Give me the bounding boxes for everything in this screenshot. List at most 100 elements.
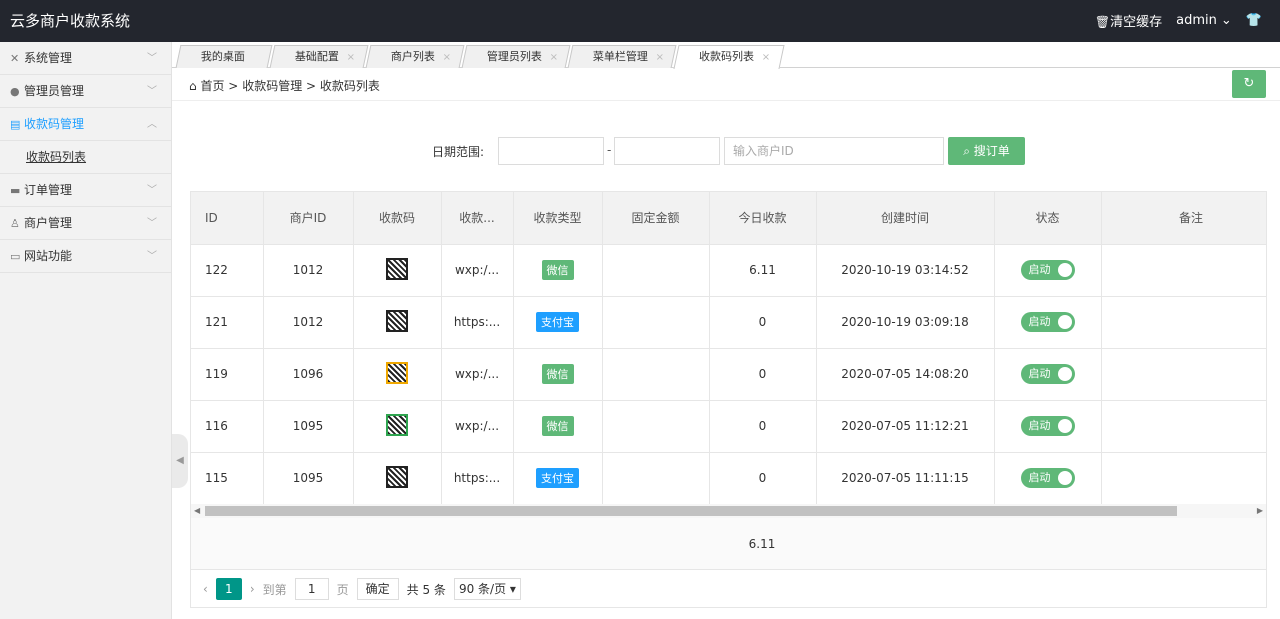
col-header-today[interactable]: 今日收款 [709, 192, 817, 245]
cell-url: wxp:/... [441, 400, 514, 453]
horizontal-scrollbar[interactable]: ◀ ▶ [191, 504, 1266, 518]
cell-qrcode [353, 452, 442, 504]
close-icon[interactable]: × [443, 47, 451, 69]
status-label: 启动 [1028, 471, 1051, 484]
qrcode-image[interactable] [386, 465, 408, 488]
cell-url: https:... [441, 296, 514, 349]
qrcode-image[interactable] [386, 413, 408, 436]
breadcrumb-separator: > [306, 79, 317, 93]
scroll-left-arrow[interactable]: ◀ [194, 504, 200, 518]
confirm-page-button[interactable]: 确定 [356, 578, 399, 600]
qrcode-image[interactable] [386, 257, 408, 280]
sidebar-subitem-qrcode-list[interactable]: 收款码列表 [0, 141, 171, 174]
scroll-right-arrow[interactable]: ▶ [1257, 504, 1263, 518]
tab-merchant-list[interactable]: 商户列表 × [365, 45, 465, 69]
tab-admin-list[interactable]: 管理员列表 × [461, 45, 571, 69]
tab-label: 基础配置 [294, 50, 339, 63]
cell-created: 2020-07-05 11:12:21 [816, 400, 995, 453]
col-header-merchant-id[interactable]: 商户ID [263, 192, 354, 245]
col-header-id[interactable]: ID [191, 192, 264, 245]
close-icon[interactable]: × [550, 47, 558, 69]
cell-merchant-id: 1096 [263, 348, 354, 401]
list-icon: ▤ [10, 118, 21, 131]
current-page-button[interactable]: 1 [215, 578, 242, 600]
tab-bar: 我的桌面 基础配置 × 商户列表 × 管理员列表 × 菜单栏管理 × 收款码列表 × [172, 42, 1280, 69]
cell-url: wxp:/... [441, 244, 514, 297]
cell-fixed-amount [602, 400, 710, 453]
status-toggle[interactable]: 启动 [1020, 260, 1075, 280]
col-header-type[interactable]: 收款类型 [513, 192, 603, 245]
tools-icon: ✕ [10, 52, 20, 65]
sidebar-item-system[interactable]: ✕ 系统管理 ﹀ [0, 42, 171, 75]
chevron-up-icon: ︿ [147, 119, 157, 130]
search-orders-button[interactable]: ⌕ 搜订单 [948, 137, 1025, 165]
merchant-id-input[interactable] [724, 137, 944, 165]
sidebar-collapse-handle[interactable]: ◀ [172, 434, 188, 488]
col-header-url[interactable]: 收款... [441, 192, 514, 245]
tab-base-config[interactable]: 基础配置 × [269, 45, 369, 69]
status-toggle[interactable]: 启动 [1020, 416, 1075, 436]
cell-today: 0 [709, 348, 817, 401]
cell-today: 6.11 [709, 244, 817, 297]
user-icon: ● [10, 85, 20, 98]
cell-created: 2020-10-19 03:09:18 [816, 296, 995, 349]
status-label: 启动 [1028, 263, 1051, 276]
status-toggle[interactable]: 启动 [1020, 468, 1075, 488]
tab-label: 管理员列表 [486, 50, 542, 63]
alipay-badge: 支付宝 [536, 468, 579, 488]
sidebar: ✕ 系统管理 ﹀ ● 管理员管理 ﹀ ▤ 收款码管理 ︿ 收款码列表 ▬ 订单管理 ﹀ ♙ 商户管… [0, 42, 172, 619]
cell-merchant-id: 1095 [263, 452, 354, 504]
data-table: ID 商户ID 收款码 收款... 收款类型 固定金额 今日收款 创建时间 状态… [191, 192, 1266, 504]
cell-fixed-amount [602, 244, 710, 297]
goto-label: 到第 [262, 582, 287, 597]
qrcode-image[interactable] [386, 361, 408, 384]
sidebar-item-qrcodes[interactable]: ▤ 收款码管理 ︿ [0, 108, 171, 141]
qrcode-image[interactable] [386, 309, 408, 332]
tab-menu-manage[interactable]: 菜单栏管理 × [567, 45, 677, 69]
theme-shirt-icon[interactable]: 👕 [1246, 13, 1262, 28]
chevron-down-icon: ﹀ [147, 218, 157, 229]
col-header-qrcode[interactable]: 收款码 [353, 192, 442, 245]
cell-note [1101, 452, 1266, 504]
col-header-status[interactable]: 状态 [994, 192, 1102, 245]
table-row: 116 1095 wxp:/... 微信 0 2020-07-05 11:12:… [191, 400, 1266, 453]
sidebar-item-merchants[interactable]: ♙ 商户管理 ﹀ [0, 207, 171, 240]
close-icon[interactable]: × [656, 47, 664, 69]
tab-qrcode-list[interactable]: 收款码列表 × [673, 45, 785, 69]
toggle-knob [1057, 471, 1072, 485]
prev-page-icon[interactable]: ‹ [203, 582, 208, 596]
qrcode-table: ID 商户ID 收款码 收款... 收款类型 固定金额 今日收款 创建时间 状态… [190, 191, 1267, 608]
table-row: 119 1096 wxp:/... 微信 0 2020-07-05 14:08:… [191, 348, 1266, 401]
status-toggle[interactable]: 启动 [1020, 312, 1075, 332]
refresh-button[interactable]: ↻ [1232, 70, 1266, 98]
breadcrumb-level2[interactable]: 收款码管理 [242, 79, 302, 93]
close-icon[interactable]: × [762, 47, 770, 69]
next-page-icon[interactable]: › [250, 582, 255, 596]
sidebar-item-admins[interactable]: ● 管理员管理 ﹀ [0, 75, 171, 108]
col-header-fixed-amount[interactable]: 固定金额 [602, 192, 710, 245]
sidebar-item-label: 网站功能 [24, 249, 73, 263]
chevron-down-icon: ﹀ [147, 53, 157, 64]
col-header-note[interactable]: 备注 [1101, 192, 1266, 245]
user-menu[interactable]: admin ⌄ [1176, 13, 1232, 28]
sidebar-item-label: 订单管理 [24, 183, 73, 197]
page-number-input[interactable]: 1 [294, 578, 329, 600]
cell-qrcode [353, 348, 442, 401]
date-start-input[interactable] [498, 137, 604, 165]
sidebar-item-site[interactable]: ▭ 网站功能 ﹀ [0, 240, 171, 273]
cell-status: 启动 [994, 348, 1102, 401]
wechat-badge: 微信 [541, 416, 574, 436]
status-toggle[interactable]: 启动 [1020, 364, 1075, 384]
toggle-knob [1057, 367, 1072, 381]
date-end-input[interactable] [614, 137, 720, 165]
table-row: 121 1012 https:... 支付宝 0 2020-10-19 03:0… [191, 296, 1266, 349]
col-header-created[interactable]: 创建时间 [816, 192, 995, 245]
page-size-select[interactable]: 90 条/页 ▾ [453, 578, 521, 600]
breadcrumb-home[interactable]: 首页 [200, 79, 224, 93]
total-count: 共 5 条 [406, 582, 446, 597]
clear-cache-button[interactable]: 🗑清空缓存 [1095, 11, 1162, 30]
tab-desktop[interactable]: 我的桌面 [175, 45, 273, 68]
close-icon[interactable]: × [347, 47, 355, 69]
sidebar-item-orders[interactable]: ▬ 订单管理 ﹀ [0, 174, 171, 207]
scrollbar-thumb[interactable] [205, 506, 1177, 516]
